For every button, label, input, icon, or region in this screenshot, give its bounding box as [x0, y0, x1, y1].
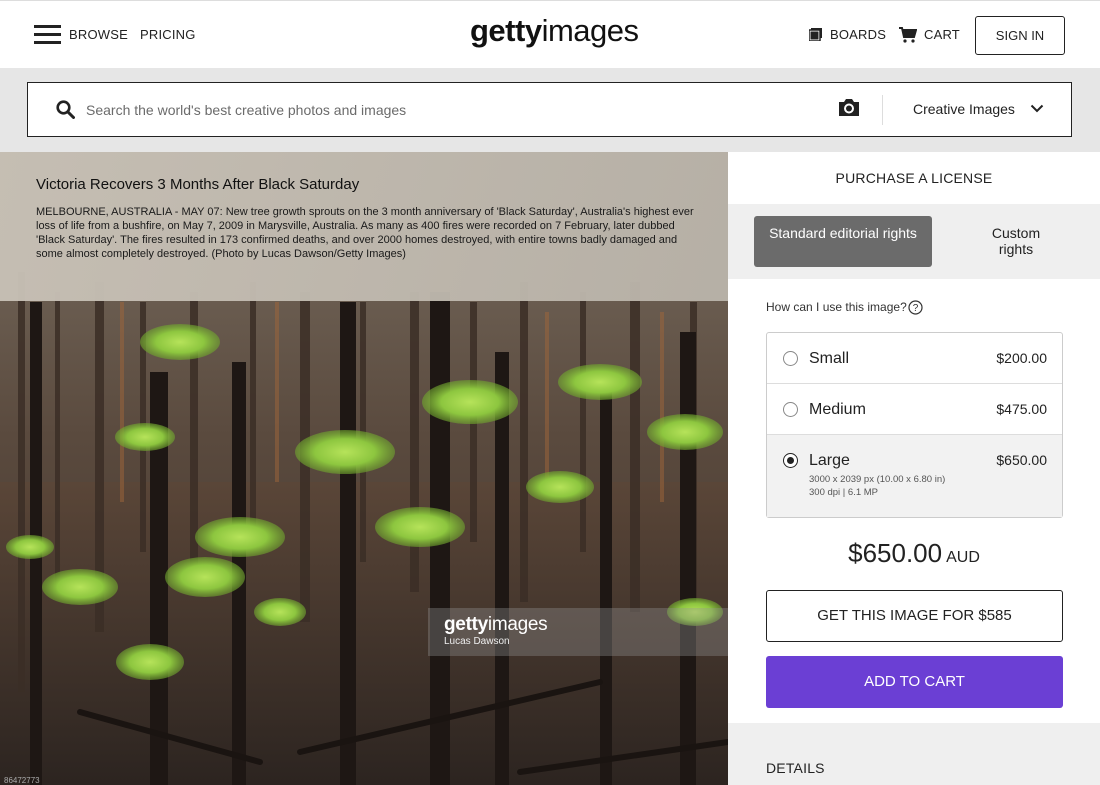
chevron-down-icon[interactable] [1030, 104, 1044, 113]
size-price: $475.00 [996, 401, 1047, 417]
size-name: Small [809, 350, 850, 367]
camera-icon[interactable] [837, 97, 861, 117]
size-name: Medium [809, 401, 866, 418]
purchase-title: PURCHASE A LICENSE [835, 170, 993, 186]
total-currency: AUD [946, 549, 980, 566]
radio-medium[interactable] [783, 402, 798, 417]
sign-in-button[interactable]: SIGN IN [975, 16, 1065, 55]
details-section: DETAILS [728, 723, 1100, 785]
image-preview: Victoria Recovers 3 Months After Black S… [0, 152, 728, 785]
logo-light: images [541, 13, 639, 48]
radio-small[interactable] [783, 351, 798, 366]
size-option-small[interactable]: Small $200.00 [767, 333, 1062, 384]
add-to-cart-button[interactable]: ADD TO CART [766, 656, 1063, 708]
size-price: $200.00 [996, 350, 1047, 366]
image-id: 86472773 [4, 776, 40, 785]
size-options: Small $200.00 Medium $475.00 Large $650.… [766, 332, 1063, 518]
size-resolution: 300 dpi | 6.1 MP [809, 487, 879, 498]
cart-link[interactable]: CART [924, 27, 960, 42]
svg-text:?: ? [913, 303, 919, 314]
total-price: $650.00 AUD [728, 538, 1100, 569]
watermark: gettyimages Lucas Dawson [428, 608, 728, 656]
boards-icon [809, 28, 822, 41]
cart-icon [899, 27, 917, 43]
tab-standard-editorial-rights[interactable]: Standard editorial rights [754, 216, 932, 267]
image-caption: MELBOURNE, AUSTRALIA - MAY 07: New tree … [36, 206, 694, 260]
rights-tabs: Standard editorial rights Custom rights [728, 204, 1100, 279]
purchase-panel: PURCHASE A LICENSE Standard editorial ri… [728, 152, 1100, 785]
getty-logo[interactable]: gettyimages [470, 13, 639, 49]
details-heading[interactable]: DETAILS [766, 760, 825, 776]
search-icon[interactable] [56, 100, 75, 119]
tab-custom-rights[interactable]: Custom rights [974, 225, 1058, 257]
caption-panel: Victoria Recovers 3 Months After Black S… [0, 152, 728, 301]
search-band: Creative Images [0, 68, 1100, 152]
help-icon[interactable]: ? [908, 300, 923, 315]
logo-bold: getty [470, 13, 542, 48]
watermark-logo-bold: getty [444, 614, 488, 635]
hamburger-icon[interactable] [34, 25, 61, 45]
watermark-credit: Lucas Dawson [444, 636, 510, 647]
size-dimensions: 3000 x 2039 px (10.00 x 6.80 in) [809, 474, 946, 485]
search-divider [882, 95, 883, 125]
category-select[interactable]: Creative Images [913, 101, 1015, 117]
boards-link[interactable]: BOARDS [830, 27, 886, 42]
watermark-logo: gettyimages [444, 614, 548, 636]
size-name: Large [809, 452, 850, 469]
radio-large[interactable] [783, 453, 798, 468]
watermark-logo-light: images [487, 614, 548, 635]
total-amount: $650.00 [848, 538, 943, 568]
search-box: Creative Images [27, 82, 1072, 137]
get-this-image-button[interactable]: GET THIS IMAGE FOR $585 [766, 590, 1063, 642]
image-title: Victoria Recovers 3 Months After Black S… [36, 176, 360, 193]
size-option-medium[interactable]: Medium $475.00 [767, 384, 1062, 435]
search-input[interactable] [86, 96, 806, 124]
nav-pricing[interactable]: PRICING [140, 27, 196, 42]
top-header: BROWSE PRICING gettyimages BOARDS CART S… [0, 0, 1100, 68]
size-option-large[interactable]: Large $650.00 3000 x 2039 px (10.00 x 6.… [767, 435, 1062, 517]
usage-question[interactable]: How can I use this image? [766, 300, 907, 314]
size-price: $650.00 [996, 452, 1047, 468]
nav-browse[interactable]: BROWSE [69, 27, 128, 42]
